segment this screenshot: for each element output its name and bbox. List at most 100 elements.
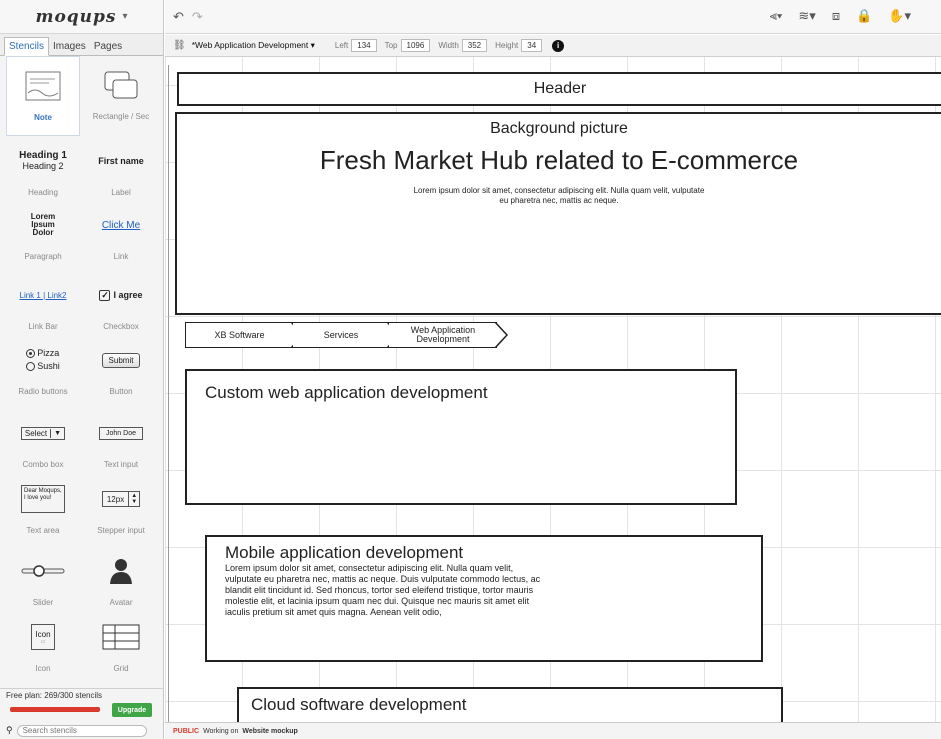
public-badge[interactable]: PUBLIC bbox=[173, 728, 199, 735]
paragraph-sample: Lorem Ipsum Dolor bbox=[30, 212, 56, 237]
stencil-stepper-input[interactable]: 12px ▲ ▼ Stepper input bbox=[84, 470, 158, 550]
top-field[interactable]: 1096 bbox=[400, 39, 431, 52]
avatar-icon bbox=[110, 559, 132, 584]
stencil-panel: moqups ▾ Stencils Images Pages Note Rect… bbox=[0, 0, 164, 739]
stencil-link[interactable]: Click Me Link bbox=[84, 196, 158, 276]
width-label: Width bbox=[438, 41, 459, 50]
page-selector[interactable]: *Web Application Development ▾ bbox=[192, 40, 315, 51]
usage-bar bbox=[10, 707, 100, 712]
radio-option-1: Pizza bbox=[37, 348, 60, 358]
stencil-caption: Slider bbox=[32, 598, 54, 607]
status-text: Working on bbox=[203, 727, 239, 735]
stencil-grid-item[interactable]: Grid bbox=[84, 608, 158, 688]
layers-icon[interactable]: ≋▾ bbox=[798, 8, 815, 24]
label-sample: First name bbox=[98, 156, 144, 166]
stencil-caption: Grid bbox=[113, 664, 129, 673]
logo-menu[interactable]: moqups ▾ bbox=[0, 0, 163, 34]
stencil-caption: Checkbox bbox=[103, 322, 139, 331]
undo-icon[interactable]: ↶ bbox=[173, 9, 184, 25]
chevron-down-icon: ▼ bbox=[50, 428, 64, 438]
design-canvas[interactable]: Header Background picture Fresh Market H… bbox=[165, 57, 941, 722]
stepper-arrows-icon: ▲ ▼ bbox=[128, 492, 139, 506]
plan-text: Free plan: 269/300 stencils bbox=[6, 691, 103, 700]
stencil-grid: Note Rectangle / Sec Heading 1 Heading 2 … bbox=[0, 56, 164, 686]
stencil-button[interactable]: Submit Button bbox=[84, 331, 158, 411]
stencil-icon[interactable]: Icon ▭ Icon bbox=[6, 608, 80, 688]
redo-icon[interactable]: ↷ bbox=[192, 9, 203, 25]
grid-icon bbox=[102, 624, 140, 650]
chevron-down-icon: ▾ bbox=[122, 11, 128, 22]
lock-icon[interactable]: 🔒 bbox=[856, 8, 872, 24]
heading2-text: Heading 2 bbox=[22, 161, 64, 171]
stencil-paragraph[interactable]: Lorem Ipsum Dolor Paragraph bbox=[6, 196, 80, 276]
radio-off-icon bbox=[26, 362, 36, 372]
note-icon bbox=[25, 71, 61, 101]
heading1-text: Heading 1 bbox=[19, 150, 67, 161]
header-box[interactable]: Header bbox=[177, 72, 941, 106]
hero-body: Lorem ipsum dolor sit amet, consectetur … bbox=[413, 186, 705, 205]
tab-pages[interactable]: Pages bbox=[90, 38, 126, 55]
left-field[interactable]: 134 bbox=[351, 39, 377, 52]
upgrade-button[interactable]: Upgrade bbox=[112, 703, 152, 717]
breadcrumb-item: Web Application Development bbox=[389, 321, 509, 348]
hand-icon[interactable]: ✋▾ bbox=[888, 8, 911, 24]
left-label: Left bbox=[334, 41, 349, 50]
chevron-right-icon bbox=[495, 321, 509, 348]
status-bar: PUBLIC Working on Website mockup bbox=[165, 722, 941, 739]
background-label: Background picture bbox=[490, 120, 628, 137]
section-title: Cloud software development bbox=[251, 695, 467, 714]
stencil-caption: Avatar bbox=[109, 598, 133, 607]
checkbox-sample: I agree bbox=[113, 290, 143, 300]
link-sample: Click Me bbox=[101, 219, 141, 231]
stencil-radio-buttons[interactable]: Pizza Sushi Radio buttons bbox=[6, 331, 80, 411]
stencil-caption: Link bbox=[113, 252, 129, 261]
linkbar-sample: Link 1 | Link2 bbox=[19, 290, 67, 300]
app-logo: moqups bbox=[35, 6, 117, 27]
stencil-search: ⚲ bbox=[0, 722, 164, 739]
stencil-caption: Radio buttons bbox=[18, 387, 68, 396]
radio-option-2: Sushi bbox=[37, 361, 60, 371]
top-label: Top bbox=[384, 41, 398, 50]
stencil-text-area[interactable]: Dear Moqups, I love you! Text area bbox=[6, 470, 80, 550]
stencil-note[interactable]: Note bbox=[6, 56, 80, 136]
info-icon[interactable]: i bbox=[552, 39, 565, 52]
slider-icon bbox=[21, 565, 65, 577]
stencil-caption: Paragraph bbox=[24, 252, 62, 261]
group-icon[interactable]: ⧈ bbox=[832, 8, 840, 24]
stencil-caption: Link Bar bbox=[28, 322, 58, 331]
tab-stencils[interactable]: Stencils bbox=[4, 37, 50, 56]
align-icon[interactable]: ⫷▾ bbox=[770, 8, 783, 24]
combo-sample: Select bbox=[24, 428, 48, 438]
textinput-sample: John Doe bbox=[99, 426, 143, 440]
radio-on-icon bbox=[26, 349, 36, 359]
breadcrumb[interactable]: XB Software Services Web Application Dev… bbox=[185, 321, 509, 348]
section-mobile[interactable]: Mobile application development Lorem ips… bbox=[205, 535, 763, 662]
stencil-caption: Stepper input bbox=[97, 526, 145, 535]
height-label: Height bbox=[495, 41, 519, 50]
width-field[interactable]: 352 bbox=[461, 39, 488, 52]
main-toolbar: ↶ ↷ ⫷▾ ≋▾ ⧈ 🔒 ✋▾ bbox=[165, 0, 941, 34]
section-body: Lorem ipsum dolor sit amet, consectetur … bbox=[225, 563, 541, 617]
breadcrumb-item: Services bbox=[293, 321, 401, 348]
section-cloud[interactable]: Cloud software development bbox=[237, 687, 783, 722]
stencil-caption: Text input bbox=[103, 460, 139, 469]
stencil-caption: Button bbox=[109, 387, 133, 396]
background-picture-box[interactable]: Background picture Fresh Market Hub rela… bbox=[175, 112, 941, 315]
section-title: Custom web application development bbox=[205, 383, 488, 402]
stencil-caption: Text area bbox=[26, 526, 60, 535]
stencil-rectangle[interactable]: Rectangle / Sec bbox=[84, 56, 158, 136]
stencil-caption: Combo box bbox=[22, 460, 64, 469]
tab-images[interactable]: Images bbox=[49, 38, 90, 55]
search-icon: ⚲ bbox=[6, 725, 13, 735]
rectangle-icon bbox=[104, 71, 138, 99]
stepper-sample: 12px bbox=[106, 494, 125, 504]
textarea-sample: Dear Moqups, I love you! bbox=[21, 485, 65, 513]
breadcrumb-item: XB Software bbox=[185, 321, 305, 348]
project-name[interactable]: Website mockup bbox=[242, 728, 298, 735]
stencil-caption: Icon bbox=[35, 664, 51, 673]
height-field[interactable]: 34 bbox=[521, 39, 543, 52]
properties-bar: ⛓ *Web Application Development ▾ Left 13… bbox=[165, 35, 941, 57]
search-input[interactable] bbox=[16, 724, 147, 737]
section-custom-web[interactable]: Custom web application development bbox=[185, 369, 737, 505]
stencil-caption: Note bbox=[34, 113, 52, 122]
